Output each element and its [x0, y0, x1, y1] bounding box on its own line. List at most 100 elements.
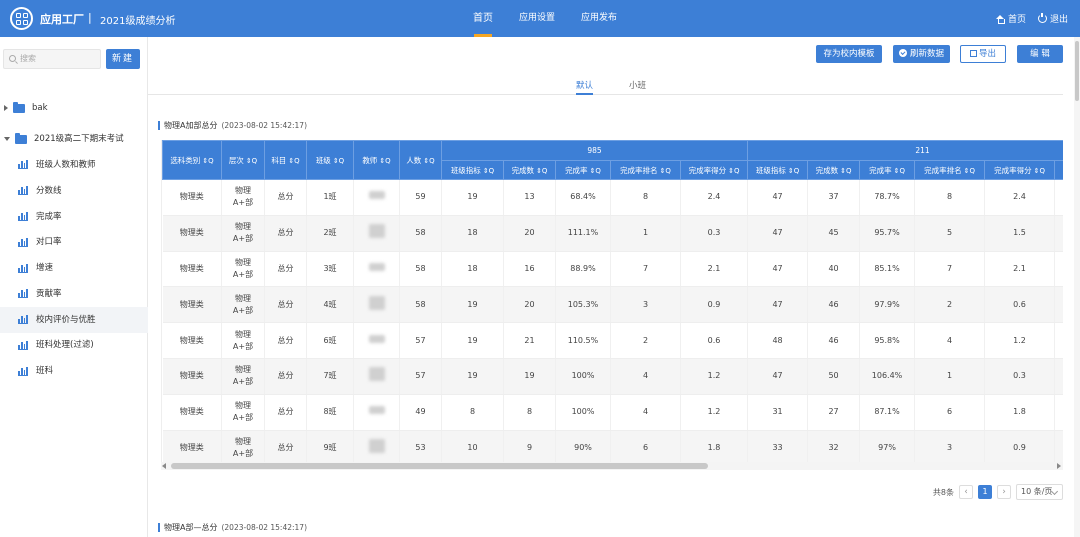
- sub-column-header[interactable]: 班级指标 ⇕Q: [747, 160, 809, 180]
- cell-985: 21: [503, 322, 556, 359]
- column-header[interactable]: 教师 ⇕Q: [353, 140, 400, 180]
- column-header[interactable]: 选科类别 ⇕Q: [162, 140, 222, 180]
- export-icon: [969, 50, 977, 57]
- tree-item[interactable]: 增速: [0, 255, 148, 281]
- table-row[interactable]: 物理类 物理 A+部 总分 3班 58 18 16 88.9% 7 2.1 47 40 85.1% 7 2.…: [162, 251, 1063, 288]
- tree-folder-bak[interactable]: bak: [0, 95, 148, 121]
- teacher-name-redacted: [368, 334, 385, 343]
- tree-item[interactable]: 班科处理(过滤): [0, 333, 148, 359]
- sub-column-header[interactable]: 完成率得分 ⇕Q: [679, 160, 749, 180]
- nav-app-settings[interactable]: 应用设置: [506, 0, 568, 37]
- logout-link[interactable]: 退出: [1037, 12, 1068, 25]
- tree-item[interactable]: 对口率: [0, 229, 148, 255]
- prev-page-button[interactable]: ‹: [959, 485, 973, 499]
- data-table: 选科类别 ⇕Q 层次 ⇕Q 科目 ⇕Q 班级 ⇕Q 教师 ⇕Q 人数 ⇕Q 985 211 …: [162, 140, 1063, 467]
- page-number-current[interactable]: 1: [978, 485, 992, 499]
- cell-category: 物理类: [162, 394, 222, 431]
- sub-column-header[interactable]: 完成率排名 ⇕Q: [610, 160, 681, 180]
- tree-item[interactable]: 班科: [0, 358, 148, 384]
- cell-211: 97.9%: [859, 286, 916, 324]
- table-row[interactable]: 物理类 物理 A+部 总分 6班 57 19 21 110.5% 2 0.6 48 46 95.8% 4 1…: [162, 322, 1063, 359]
- cell-category: 物理类: [162, 251, 222, 288]
- horizontal-scrollbar[interactable]: [161, 462, 1063, 470]
- refresh-data-button[interactable]: 刷新数据: [893, 45, 950, 63]
- caret-right-icon[interactable]: [4, 105, 8, 111]
- table-row[interactable]: 物理类 物理 A+部 总分 4班 58 19 20 105.3% 3 0.9 47 46 97.9% 2 0…: [162, 286, 1063, 324]
- bar-chart-icon: [18, 289, 28, 299]
- cell-211: 45: [807, 215, 861, 252]
- table-row[interactable]: 物理类 物理 A+部 总分 1班 59 19 13 68.4% 8 2.4 47 37 78.7% 8 2.…: [162, 179, 1063, 216]
- caret-down-icon[interactable]: [4, 137, 10, 141]
- tree-item[interactable]: 分数线: [0, 178, 148, 204]
- table-row[interactable]: 物理类 物理 A+部 总分 8班 49 8 8 100% 4 1.2 31 27 87.1% 6 1.8: [162, 394, 1063, 431]
- column-header[interactable]: 层次 ⇕Q: [221, 140, 265, 180]
- tree-item[interactable]: 完成率: [0, 204, 148, 230]
- column-header[interactable]: 人数 ⇕Q: [399, 140, 442, 180]
- cell-211: 46: [807, 286, 861, 324]
- cell-985: 18: [441, 251, 504, 288]
- bar-chart-icon: [18, 237, 28, 247]
- edit-button[interactable]: 编 辑: [1017, 45, 1063, 63]
- cell-category: 物理类: [162, 179, 222, 216]
- tree-item[interactable]: 班级人数和教师: [0, 152, 148, 178]
- sub-column-header[interactable]: 完成率 ⇕Q: [859, 160, 916, 180]
- cell-teacher: [353, 179, 400, 216]
- results-table[interactable]: 选科类别 ⇕Q 层次 ⇕Q 科目 ⇕Q 班级 ⇕Q 教师 ⇕Q 人数 ⇕Q 985 211 …: [161, 140, 1063, 470]
- cell-211: 4: [914, 322, 986, 359]
- power-icon: [1037, 13, 1047, 23]
- new-button[interactable]: 新建: [106, 49, 140, 69]
- cell-extra: [1054, 286, 1063, 324]
- table-row[interactable]: 物理类 物理 A+部 总分 7班 57 19 19 100% 4 1.2 47 50 106.4% 1 0.…: [162, 358, 1063, 395]
- tree-folder-exam[interactable]: 2021级高二下期末考试: [0, 126, 148, 152]
- cell-count: 58: [399, 251, 442, 288]
- nav-home[interactable]: 首页: [460, 0, 506, 37]
- cell-985: 1.8: [680, 430, 749, 467]
- scroll-left-icon[interactable]: [162, 463, 166, 469]
- column-header[interactable]: 班级 ⇕Q: [306, 140, 354, 180]
- refresh-icon: [898, 49, 907, 57]
- sub-column-header[interactable]: [1054, 160, 1063, 180]
- scrollbar-thumb[interactable]: [171, 463, 708, 469]
- sub-column-header[interactable]: 完成率排名 ⇕Q: [914, 160, 986, 180]
- cell-subject: 总分: [264, 394, 307, 431]
- home-icon: [995, 14, 1005, 24]
- cell-level: 物理 A+部: [221, 286, 265, 324]
- bar-chart-icon: [18, 263, 28, 273]
- cell-211: 33: [747, 430, 809, 467]
- cell-985: 2: [610, 322, 681, 359]
- scroll-right-icon[interactable]: [1057, 463, 1061, 469]
- scrollbar-thumb[interactable]: [1075, 41, 1079, 101]
- cell-985: 90%: [555, 430, 611, 467]
- cell-category: 物理类: [162, 322, 222, 359]
- cell-extra: [1054, 251, 1063, 288]
- cell-211: 32: [807, 430, 861, 467]
- cell-subject: 总分: [264, 179, 307, 216]
- cell-subject: 总分: [264, 358, 307, 395]
- export-button[interactable]: 导出: [960, 45, 1006, 63]
- sub-column-header[interactable]: 班级指标 ⇕Q: [441, 160, 504, 180]
- bar-chart-icon: [18, 315, 28, 325]
- table-row[interactable]: 物理类 物理 A+部 总分 2班 58 18 20 111.1% 1 0.3 47 45 95.7% 5 1…: [162, 215, 1063, 252]
- column-header[interactable]: 科目 ⇕Q: [264, 140, 307, 180]
- tree-item[interactable]: 贡献率: [0, 281, 148, 307]
- table-row[interactable]: 物理类 物理 A+部 总分 9班 53 10 9 90% 6 1.8 33 32 97% 3 0.9: [162, 430, 1063, 467]
- sub-column-header[interactable]: 完成数 ⇕Q: [503, 160, 556, 180]
- tree-item-selected[interactable]: 校内评价与优胜: [0, 306, 148, 333]
- cell-211: 8: [914, 179, 986, 216]
- tab-default[interactable]: 默认: [576, 79, 594, 95]
- title-separator: |: [88, 11, 92, 24]
- sub-column-header[interactable]: 完成率 ⇕Q: [555, 160, 611, 180]
- page-size-select[interactable]: 10 条/页: [1016, 484, 1063, 500]
- save-template-button[interactable]: 存为校内模板: [816, 45, 882, 63]
- home-link[interactable]: 首页: [995, 12, 1026, 25]
- sub-column-header[interactable]: 完成数 ⇕Q: [807, 160, 861, 180]
- search-input[interactable]: 搜索: [3, 49, 101, 69]
- app-logo-icon[interactable]: [10, 7, 33, 30]
- next-page-button[interactable]: ›: [997, 485, 1011, 499]
- tab-small-class[interactable]: 小班: [629, 79, 646, 95]
- cell-985: 18: [441, 215, 504, 252]
- cell-count: 53: [399, 430, 442, 467]
- nav-app-publish[interactable]: 应用发布: [568, 0, 630, 37]
- vertical-scrollbar[interactable]: [1074, 37, 1080, 537]
- sub-column-header[interactable]: 完成率得分 ⇕Q: [984, 160, 1056, 180]
